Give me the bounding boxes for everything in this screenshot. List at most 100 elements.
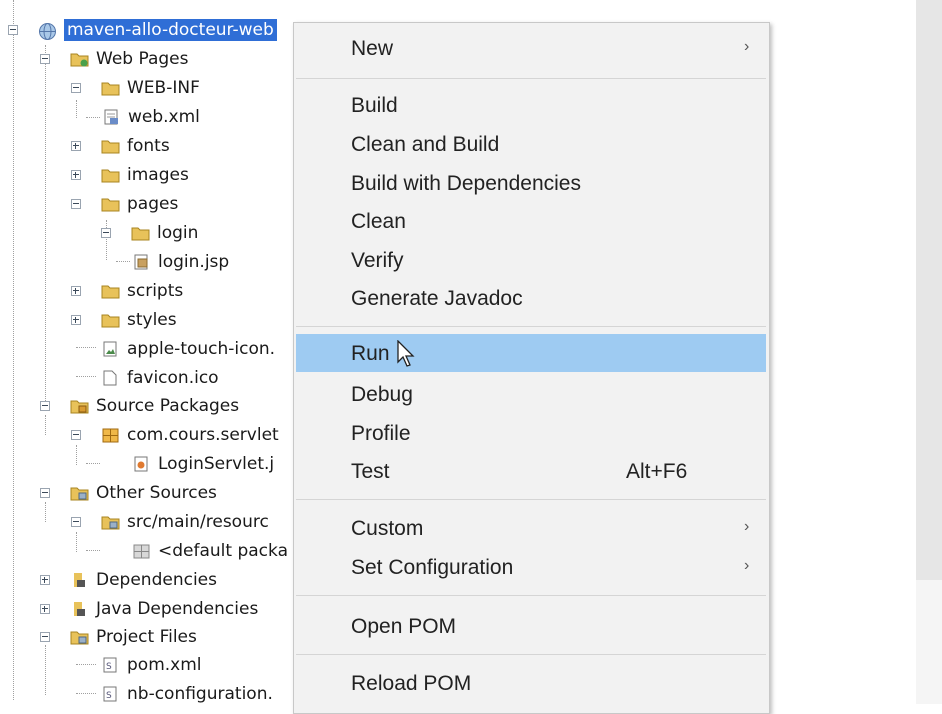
tree-item-login-folder[interactable]: login: [101, 220, 198, 246]
menu-item-debug[interactable]: Debug: [296, 375, 766, 413]
tree-item-web-xml[interactable]: web.xml: [102, 104, 200, 130]
menu-item-label: Set Configuration: [351, 556, 514, 579]
tree-item-label: <default packa: [158, 541, 288, 561]
collapse-toggle[interactable]: [71, 199, 81, 209]
menu-item-new[interactable]: New ›: [296, 29, 766, 67]
tree-item-styles[interactable]: styles: [71, 307, 177, 333]
context-menu: New › Build Clean and Build Build with D…: [293, 22, 770, 714]
tree-item-default-package[interactable]: <default packa: [132, 538, 288, 564]
tree-item-pages[interactable]: pages: [71, 191, 178, 217]
tree-item-java-dependencies[interactable]: Java Dependencies: [40, 596, 258, 622]
menu-item-label: Generate Javadoc: [351, 287, 523, 310]
source-folder-icon: [70, 629, 89, 645]
expand-toggle[interactable]: [71, 141, 81, 151]
tree-item-label: Other Sources: [96, 483, 217, 503]
tree-item-label: web.xml: [128, 107, 200, 127]
menu-item-reload-pom[interactable]: Reload POM: [296, 664, 766, 702]
tree-item-label: apple-touch-icon.: [127, 339, 276, 359]
menu-item-build[interactable]: Build: [296, 86, 766, 124]
panel-background: [916, 580, 942, 704]
collapse-toggle[interactable]: [101, 228, 111, 238]
tree-item-login-jsp[interactable]: login.jsp: [132, 249, 229, 275]
tree-item-label: Java Dependencies: [96, 599, 259, 619]
menu-item-set-configuration[interactable]: Set Configuration ›: [296, 548, 766, 586]
folder-icon: [101, 312, 120, 328]
submenu-arrow-icon: ›: [744, 518, 750, 535]
collapse-toggle[interactable]: [8, 25, 18, 35]
submenu-arrow-icon: ›: [744, 557, 750, 574]
tree-item-favicon[interactable]: favicon.ico: [101, 365, 219, 391]
tree-item-scripts[interactable]: scripts: [71, 278, 183, 304]
tree-item-login-servlet[interactable]: LoginServlet.j: [132, 451, 274, 477]
menu-separator: [296, 499, 766, 500]
library-icon: [70, 572, 89, 588]
expand-toggle[interactable]: [40, 604, 50, 614]
menu-item-clean-and-build[interactable]: Clean and Build: [296, 125, 766, 163]
collapse-toggle[interactable]: [71, 83, 81, 93]
tree-item-project[interactable]: maven-allo-docteur-web: [8, 17, 277, 43]
java-file-icon: [132, 456, 151, 472]
globe-icon: [38, 22, 57, 40]
menu-item-label: Reload POM: [351, 672, 472, 695]
expand-toggle[interactable]: [71, 170, 81, 180]
folder-icon: [101, 167, 120, 183]
menu-item-label: Build: [351, 94, 398, 117]
tree-item-nb-configuration[interactable]: S nb-configuration.: [101, 681, 273, 707]
folder-icon: [101, 196, 120, 212]
menu-item-clean[interactable]: Clean: [296, 202, 766, 240]
tree-item-label: com.cours.servlet: [127, 425, 279, 445]
menu-item-label: Custom: [351, 517, 424, 540]
scrollbar-panel[interactable]: [916, 0, 942, 580]
config-file-icon: S: [101, 657, 120, 673]
tree-item-label: login: [157, 223, 199, 243]
menu-item-label: Test: [351, 460, 390, 483]
menu-item-verify[interactable]: Verify: [296, 241, 766, 279]
folder-icon: [131, 225, 150, 241]
tree-item-resources[interactable]: src/main/resourc: [71, 509, 269, 535]
expand-toggle[interactable]: [40, 575, 50, 585]
source-folder-icon: [70, 485, 89, 501]
menu-item-custom[interactable]: Custom ›: [296, 509, 766, 547]
tree-item-label: fonts: [127, 136, 170, 156]
expand-toggle[interactable]: [71, 315, 81, 325]
menu-item-generate-javadoc[interactable]: Generate Javadoc: [296, 279, 766, 317]
collapse-toggle[interactable]: [40, 401, 50, 411]
web-folder-icon: [70, 51, 89, 67]
tree-item-web-inf[interactable]: WEB-INF: [71, 75, 200, 101]
menu-separator: [296, 326, 766, 327]
menu-item-label: New: [351, 37, 394, 60]
tree-item-pom-xml[interactable]: S pom.xml: [101, 652, 202, 678]
expand-toggle[interactable]: [71, 286, 81, 296]
menu-item-profile[interactable]: Profile: [296, 414, 766, 452]
menu-item-build-with-dependencies[interactable]: Build with Dependencies: [296, 164, 766, 202]
tree-item-label: favicon.ico: [127, 368, 219, 388]
collapse-toggle[interactable]: [71, 517, 81, 527]
tree-item-dependencies[interactable]: Dependencies: [40, 567, 217, 593]
collapse-toggle[interactable]: [71, 430, 81, 440]
tree-item-images[interactable]: images: [71, 162, 189, 188]
tree-item-label: scripts: [127, 281, 184, 301]
tree-item-source-packages[interactable]: Source Packages: [40, 393, 239, 419]
menu-item-test[interactable]: Test Alt+F6: [296, 452, 766, 490]
svg-text:S: S: [106, 691, 112, 701]
menu-separator: [296, 78, 766, 79]
tree-item-apple-touch-icon[interactable]: apple-touch-icon.: [101, 336, 275, 362]
menu-item-label: Verify: [351, 249, 404, 272]
jsp-file-icon: [132, 254, 151, 270]
tree-item-package[interactable]: com.cours.servlet: [71, 422, 279, 448]
menu-item-open-pom[interactable]: Open POM: [296, 607, 766, 645]
source-folder-icon: [101, 514, 120, 530]
menu-item-label: Profile: [351, 422, 411, 445]
menu-item-run[interactable]: Run: [296, 334, 766, 372]
tree-item-label: styles: [127, 310, 177, 330]
tree-item-web-pages[interactable]: Web Pages: [40, 46, 188, 72]
menu-item-label: Clean: [351, 210, 406, 233]
mouse-cursor-icon: [397, 340, 415, 367]
tree-item-fonts[interactable]: fonts: [71, 133, 170, 159]
collapse-toggle[interactable]: [40, 488, 50, 498]
tree-item-project-files[interactable]: Project Files: [40, 624, 197, 650]
collapse-toggle[interactable]: [40, 632, 50, 642]
collapse-toggle[interactable]: [40, 54, 50, 64]
tree-item-label: pom.xml: [127, 655, 202, 675]
tree-item-other-sources[interactable]: Other Sources: [40, 480, 217, 506]
